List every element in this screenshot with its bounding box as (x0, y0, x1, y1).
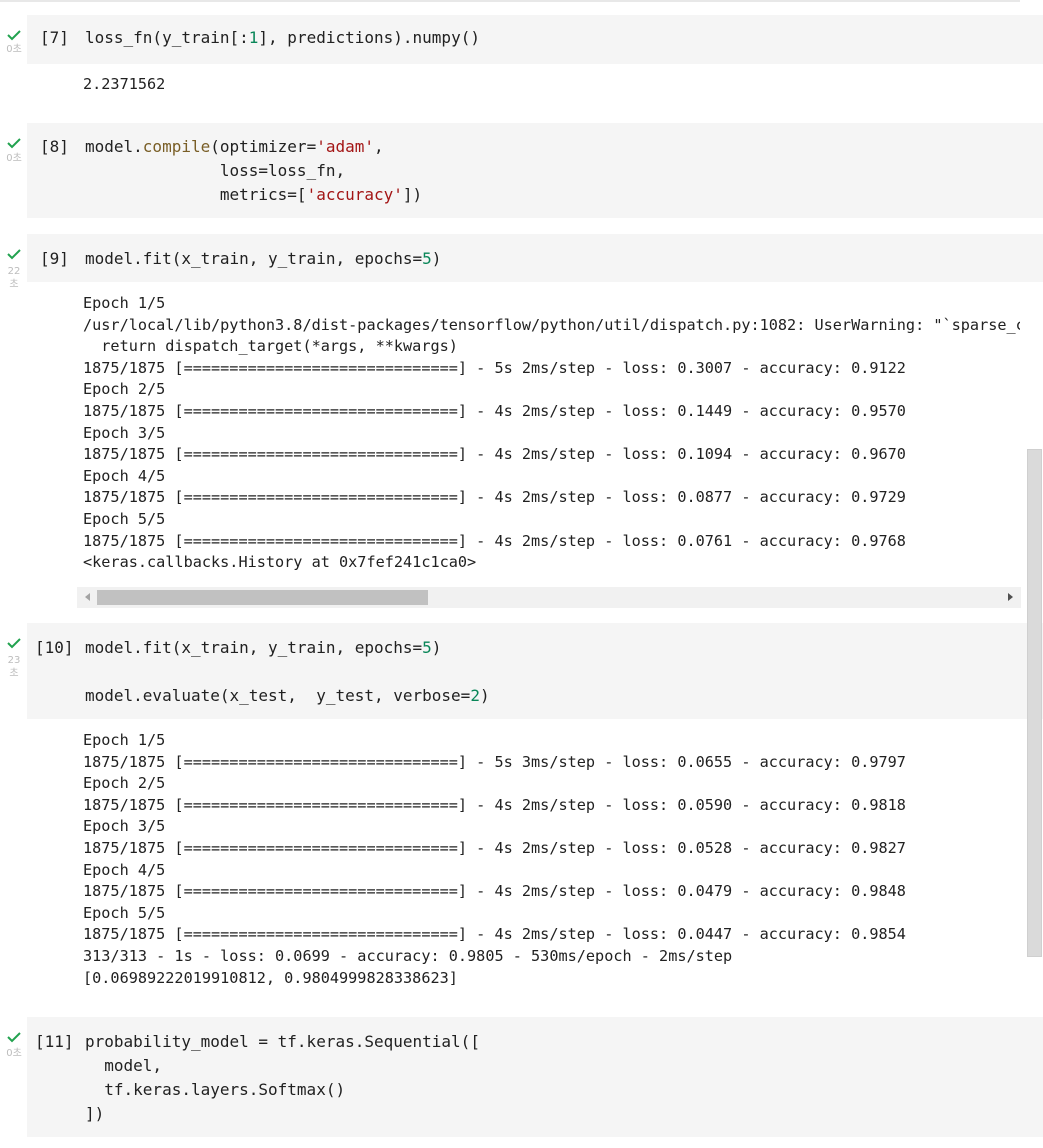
output-line: 1875/1875 [=============================… (83, 531, 906, 550)
code-token: 2 (470, 686, 480, 705)
cell-output: Epoch 1/5 1875/1875 [====================… (83, 730, 1020, 989)
check-icon[interactable] (6, 637, 26, 649)
code-token: probability_model = tf.keras.Sequential(… (85, 1032, 480, 1051)
code-line: model.compile(optimizer='adam', (85, 135, 422, 159)
page-vertical-scrollbar[interactable] (1027, 449, 1042, 957)
output-line: 1875/1875 [=============================… (83, 925, 906, 944)
output-line: Epoch 1/5 (83, 731, 166, 749)
top-divider (0, 0, 1020, 2)
execution-time: 초 (9, 279, 19, 290)
code-token: loss_fn(y_train[: (85, 28, 249, 47)
execution-count: [11] (35, 1032, 74, 1051)
check-icon[interactable] (6, 137, 26, 149)
code-token: compile (142, 137, 211, 156)
code-text[interactable]: model.fit(x_train, y_train, epochs=5) mod… (85, 636, 490, 708)
output-line: 1875/1875 [=============================… (83, 358, 906, 377)
code-token: 5 (422, 249, 432, 268)
output-line: 1875/1875 [=============================… (83, 488, 906, 507)
cell-output: Epoch 1/5/usr/local/lib/python3.8/dist-p… (83, 293, 1020, 574)
code-token: model.fit(x_train, y_train, epochs= (85, 249, 423, 268)
code-token: ) (431, 249, 442, 268)
check-icon[interactable] (6, 29, 26, 41)
output-horizontal-scrollbar[interactable] (77, 587, 1021, 608)
output-line: Epoch 1/5 (83, 294, 166, 312)
execution-time: 초 (9, 668, 19, 679)
code-line: ]) (85, 1102, 480, 1126)
code-line: model, (85, 1054, 480, 1078)
code-token: model.fit(x_train, y_train, epochs= (85, 638, 423, 657)
execution-time: 0초 (6, 1048, 22, 1059)
code-line: model.fit(x_train, y_train, epochs=5) (85, 247, 441, 271)
code-token: loss=loss_fn, (85, 161, 346, 180)
code-line: tf.keras.layers.Softmax() (85, 1078, 480, 1102)
code-token: ]) (85, 1104, 105, 1123)
output-line: <keras.callbacks.History at 0x7fef241c1c… (83, 553, 477, 572)
output-line: Epoch 4/5 (83, 466, 166, 485)
code-token: 'adam' (316, 137, 374, 156)
code-token: , (374, 137, 384, 156)
output-line: Epoch 3/5 (83, 817, 166, 836)
code-token: (optimizer= (210, 137, 317, 156)
execution-time: 0초 (6, 44, 22, 55)
code-text[interactable]: probability_model = tf.keras.Sequential(… (85, 1030, 480, 1126)
code-line: model.evaluate(x_test, y_test, verbose=2… (85, 684, 490, 708)
code-token: model, (85, 1056, 163, 1075)
output-line: /usr/local/lib/python3.8/dist-packages/t… (83, 315, 1020, 334)
code-token: ) (431, 638, 442, 657)
code-line: loss_fn(y_train[:1], predictions).numpy(… (85, 26, 480, 50)
output-line: Epoch 4/5 (83, 860, 166, 879)
output-line: 2.2371562 (83, 75, 166, 93)
output-line: 1875/1875 [=============================… (83, 838, 906, 857)
code-line: metrics=['accuracy']) (85, 183, 422, 207)
output-line: 1875/1875 [=============================… (83, 445, 906, 464)
code-text[interactable]: model.fit(x_train, y_train, epochs=5) (85, 247, 441, 271)
code-token: 5 (422, 638, 432, 657)
output-line: 313/313 - 1s - loss: 0.0699 - accuracy: … (83, 946, 733, 965)
check-icon[interactable] (6, 248, 26, 260)
output-line: Epoch 3/5 (83, 423, 166, 442)
code-token: model.evaluate(x_test, y_test, verbose= (85, 686, 471, 705)
code-token: metrics=[ (85, 185, 307, 204)
code-line: model.fit(x_train, y_train, epochs=5) (85, 636, 490, 660)
execution-time: 23 (7, 655, 21, 666)
code-line: probability_model = tf.keras.Sequential(… (85, 1030, 480, 1054)
code-token: model. (85, 137, 143, 156)
output-line: Epoch 2/5 (83, 380, 166, 399)
output-line: Epoch 5/5 (83, 903, 166, 922)
execution-count: [8] (40, 137, 69, 156)
code-token: tf.keras.layers.Softmax() (85, 1080, 346, 1099)
code-text[interactable]: loss_fn(y_train[:1], predictions).numpy(… (85, 26, 480, 50)
output-line: 1875/1875 [=============================… (83, 795, 906, 814)
execution-count: [7] (40, 28, 69, 47)
code-text[interactable]: model.compile(optimizer='adam', loss=los… (85, 135, 422, 207)
execution-count: [9] (40, 249, 69, 268)
output-line: return dispatch_target(*args, **kwargs) (83, 337, 458, 356)
code-line: loss=loss_fn, (85, 159, 422, 183)
execution-time: 22 (7, 266, 21, 277)
scroll-left-arrow-icon[interactable] (85, 593, 90, 601)
output-line: 1875/1875 [=============================… (83, 401, 906, 420)
execution-count: [10] (35, 638, 74, 657)
scroll-right-arrow-icon[interactable] (1008, 593, 1013, 601)
code-token: ], predictions).numpy() (258, 28, 480, 47)
scrollbar-thumb[interactable] (97, 590, 428, 605)
code-token: 'accuracy' (306, 185, 403, 204)
cell-output: 2.2371562 (83, 74, 1020, 96)
output-line: Epoch 5/5 (83, 509, 166, 528)
output-line: [0.06989222019910812, 0.9804999828338623… (83, 968, 458, 987)
output-line: 1875/1875 [=============================… (83, 752, 906, 771)
code-token: ) (479, 686, 490, 705)
output-line: Epoch 2/5 (83, 774, 166, 793)
code-token: ]) (402, 185, 423, 204)
code-token: 1 (248, 28, 259, 47)
check-icon[interactable] (6, 1031, 26, 1043)
output-line: 1875/1875 [=============================… (83, 882, 906, 901)
execution-time: 0초 (6, 153, 22, 164)
